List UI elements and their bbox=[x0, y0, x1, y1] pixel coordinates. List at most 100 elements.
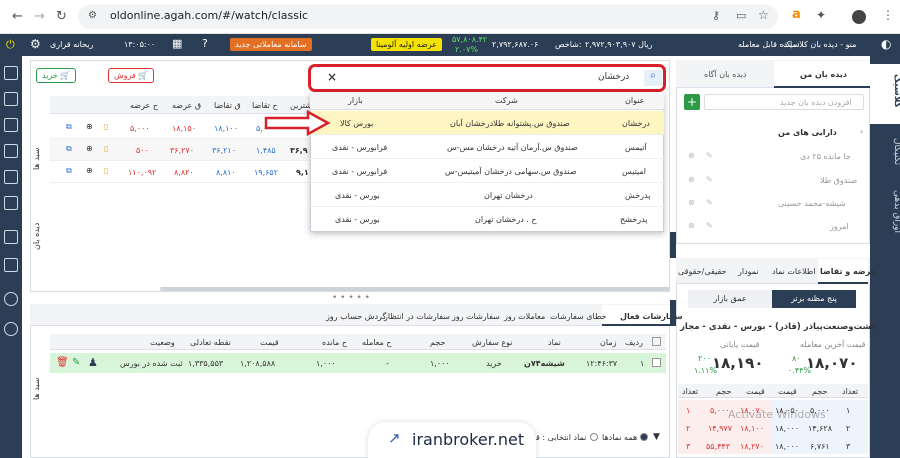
last-price-label: قیمت آخرین معامله bbox=[800, 340, 866, 349]
ob-cell: ۱ bbox=[686, 406, 691, 415]
profile-avatar[interactable] bbox=[852, 10, 866, 24]
order-cell: ۱۲:۴۶:۳۷ bbox=[586, 359, 618, 368]
remove-icon[interactable]: ⊗ bbox=[688, 221, 695, 230]
help-icon[interactable]: ? bbox=[202, 37, 208, 50]
index-change: ۵۷,۸۰۸.۴۲ bbox=[452, 35, 488, 44]
search-input[interactable]: درخشان bbox=[598, 72, 629, 82]
watch-item[interactable]: دارایی های من bbox=[778, 128, 837, 137]
edit-icon[interactable]: ✎ bbox=[706, 175, 713, 184]
tab-legal[interactable]: حقیقی/حقوقی bbox=[678, 267, 726, 276]
news-icon[interactable] bbox=[4, 258, 18, 272]
settings-gear-icon[interactable]: ⚙ bbox=[30, 37, 41, 51]
tab-order-errors[interactable]: خطای سفارشات bbox=[550, 312, 606, 321]
edit-icon[interactable]: ✎ bbox=[706, 151, 713, 160]
watch-item[interactable]: امروز bbox=[830, 222, 849, 231]
note-icon[interactable]: ▯ bbox=[104, 166, 108, 175]
collapse-handle[interactable] bbox=[670, 300, 676, 326]
tab-day-orders[interactable]: سفارشات روز bbox=[452, 312, 500, 321]
result-company: صندوق س.سهامی درخشان آمیتیس-س bbox=[445, 167, 577, 176]
watch-item[interactable]: جا مانده ۲۵ دی bbox=[800, 152, 851, 161]
site-info-icon[interactable]: ⚙ bbox=[88, 10, 97, 21]
layout-grid-icon[interactable]: ▦ bbox=[172, 37, 182, 50]
browser-menu-icon[interactable]: ⋮ bbox=[882, 8, 894, 22]
dropdown-header bbox=[310, 92, 664, 110]
ob-cell: ۱۸,۱۰۰ bbox=[740, 424, 765, 433]
dd-col-company: شرکت bbox=[495, 96, 518, 105]
note-icon[interactable]: ▯ bbox=[104, 122, 108, 131]
filter-all-radio[interactable] bbox=[640, 433, 648, 441]
clear-search-icon[interactable]: × bbox=[327, 70, 337, 84]
tab-pending-orders[interactable]: سفارشات در انتظار bbox=[384, 312, 450, 321]
search-icon[interactable]: ⌕ bbox=[644, 70, 662, 86]
add-watch-button[interactable]: + bbox=[684, 94, 700, 110]
ord-col: نماد bbox=[548, 338, 561, 347]
left-toolbar bbox=[0, 56, 22, 458]
power-icon[interactable]: ⏻ bbox=[6, 38, 15, 52]
buy-button[interactable]: خرید 🛒 bbox=[36, 68, 77, 83]
triangle-icon[interactable] bbox=[4, 196, 18, 210]
market-depth-tab[interactable]: عمق بازار bbox=[688, 290, 772, 308]
money-icon[interactable] bbox=[4, 92, 18, 106]
users-icon[interactable]: ♟ bbox=[88, 356, 98, 369]
tab-symbol-info[interactable]: اطلاعات نماد bbox=[772, 267, 816, 276]
collapse-handle[interactable] bbox=[670, 232, 676, 258]
select-all-checkbox[interactable] bbox=[652, 337, 661, 346]
table-icon[interactable] bbox=[4, 170, 18, 184]
url-text[interactable]: oldonline.agah.com/#/watch/classic bbox=[110, 9, 308, 22]
row-checkbox[interactable] bbox=[652, 358, 661, 367]
monitor-icon[interactable] bbox=[4, 230, 18, 244]
external-link-icon[interactable]: ⧉ bbox=[66, 166, 72, 176]
coin-icon[interactable] bbox=[4, 292, 18, 306]
install-icon[interactable]: ▭ bbox=[736, 9, 746, 22]
note-icon[interactable]: ▯ bbox=[104, 144, 108, 153]
back-icon[interactable]: ← bbox=[12, 9, 23, 24]
cell: ۳۶,۲۱۰ bbox=[212, 146, 237, 155]
tab-chart[interactable]: نمودار bbox=[738, 267, 759, 276]
tab-bonds[interactable]: اوراق بدهی bbox=[878, 190, 900, 233]
remove-icon[interactable]: ⊗ bbox=[688, 175, 695, 184]
wallet-icon[interactable] bbox=[4, 322, 18, 336]
key-icon[interactable]: ⚷ bbox=[712, 9, 720, 22]
result-company: صندوق س.آرمان آتیه درخشان مس-س bbox=[447, 143, 578, 152]
tab-day-trades[interactable]: معاملات روز bbox=[504, 312, 545, 321]
edit-icon[interactable]: ✎ bbox=[706, 198, 713, 207]
filter-icon[interactable]: ▼ bbox=[653, 432, 660, 442]
tab-agah-watch[interactable]: دیده بان آگاه bbox=[704, 70, 746, 79]
ob-cell: ۲ bbox=[846, 424, 851, 433]
target-icon[interactable]: ⊕ bbox=[86, 122, 93, 131]
tab-my-watch-label: دیده بان من bbox=[800, 70, 848, 79]
resize-handle[interactable]: • • • • • bbox=[332, 293, 370, 303]
bag-icon[interactable] bbox=[4, 118, 18, 132]
ipo-button[interactable]: عرضه اولیه آلومینا bbox=[371, 38, 442, 51]
forward-icon[interactable]: → bbox=[34, 9, 45, 24]
reload-icon[interactable]: ↻ bbox=[56, 9, 67, 24]
bookmark-star-icon[interactable]: ☆ bbox=[758, 8, 769, 22]
top-five-tab[interactable]: پنج مظنه برتر bbox=[772, 290, 856, 308]
delete-icon[interactable]: 🗑 bbox=[56, 357, 69, 368]
chart-icon[interactable] bbox=[4, 66, 18, 80]
remove-icon[interactable]: ⊗ bbox=[688, 198, 695, 207]
user-name[interactable]: ریحانه قراری bbox=[50, 40, 93, 49]
edit-order-icon[interactable]: ✎ bbox=[72, 357, 80, 368]
tab-technical[interactable]: تکنیکال bbox=[878, 138, 900, 165]
extension-a-icon[interactable]: a bbox=[792, 7, 801, 22]
target-icon[interactable]: ⊕ bbox=[86, 166, 93, 175]
target-icon[interactable]: ⊕ bbox=[86, 144, 93, 153]
watch-item[interactable]: شیشه-محمد حسینی bbox=[778, 199, 846, 208]
external-link-icon[interactable]: ⧉ bbox=[66, 122, 72, 132]
horizontal-scrollbar[interactable] bbox=[160, 287, 670, 291]
watch-side-label: سبد ها bbox=[32, 147, 41, 170]
watch-item[interactable]: صندوق طلا bbox=[820, 176, 857, 185]
ord-col: نوع سفارش bbox=[472, 338, 513, 347]
result-company: صندوق س.پشتوانه طلادرخشان آبان bbox=[450, 119, 570, 128]
new-system-button[interactable]: سامانه معاملاتی جدید bbox=[230, 38, 312, 51]
edit-icon[interactable]: ✎ bbox=[706, 221, 713, 230]
ob-cell: ۳ bbox=[686, 442, 691, 451]
extensions-icon[interactable]: ✦ bbox=[816, 8, 826, 22]
list-icon[interactable] bbox=[4, 144, 18, 158]
remove-icon[interactable]: ⊗ bbox=[688, 151, 695, 160]
external-link-icon[interactable]: ⧉ bbox=[66, 144, 72, 154]
tab-account-turnover[interactable]: گردش حساب روز bbox=[326, 312, 386, 321]
filter-selected-radio[interactable] bbox=[590, 433, 598, 441]
sell-button[interactable]: فروش 🛒 bbox=[108, 68, 155, 83]
